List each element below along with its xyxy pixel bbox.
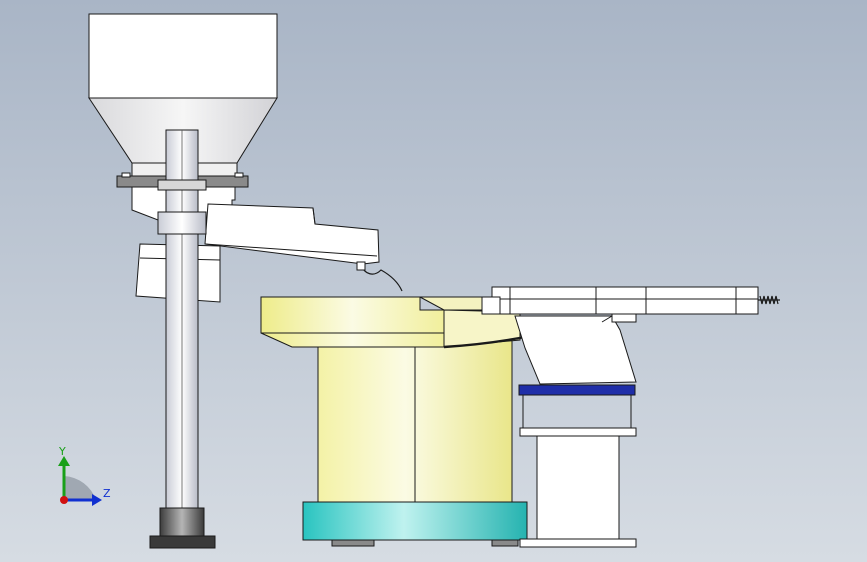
y-axis-label: Y — [58, 445, 66, 458]
linear-support-cap — [519, 427, 637, 437]
pole-collar-mid — [157, 211, 207, 235]
flange-bolt-right — [234, 172, 244, 178]
bowl-lip — [260, 296, 445, 348]
bowl-base-drive — [302, 501, 528, 541]
sensor-head — [356, 261, 366, 271]
linear-support-column — [536, 435, 620, 540]
hopper-box — [88, 13, 278, 99]
bowl-foot-right — [491, 539, 519, 547]
drive-mount-plate — [611, 313, 637, 323]
bowl-foot-left — [331, 539, 375, 547]
flange-bolt-left — [121, 172, 131, 178]
pole-base-plate — [149, 535, 216, 549]
linear-bracket-blue — [518, 384, 636, 396]
cad-viewport[interactable]: Y Z — [0, 0, 867, 562]
cad-model-canvas[interactable]: Y Z — [0, 0, 867, 562]
pole-foot — [159, 507, 205, 537]
linear-support-base — [519, 538, 637, 548]
bowl-inner-slope — [443, 309, 521, 348]
z-axis-label: Z — [103, 487, 111, 500]
linear-track-rail — [491, 286, 759, 315]
pole-collar-upper — [157, 179, 207, 191]
track-transfer-plate — [481, 296, 501, 315]
triad-origin — [60, 496, 68, 504]
